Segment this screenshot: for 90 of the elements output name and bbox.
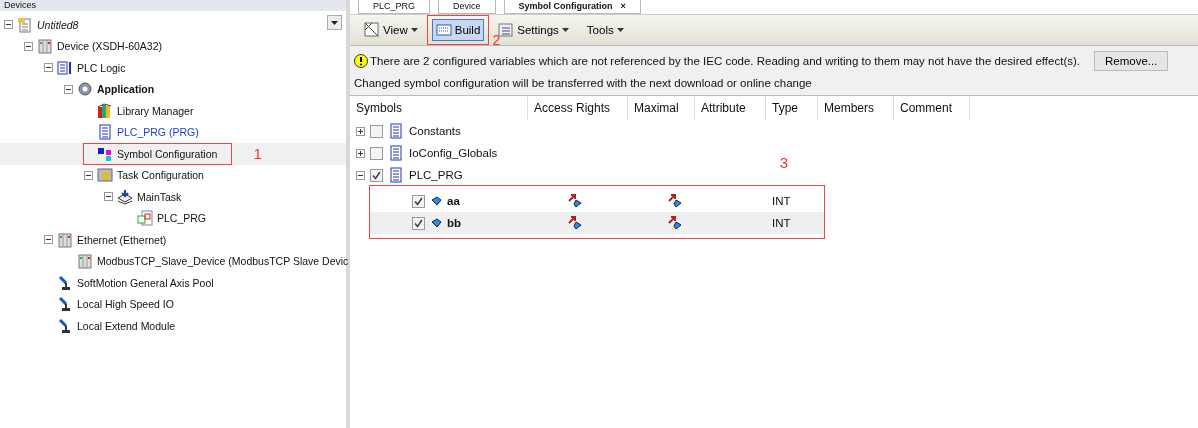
tree-item[interactable]: Application <box>0 78 346 100</box>
robot-arm-icon <box>57 274 73 291</box>
toolbar-button[interactable]: Tools <box>582 19 628 41</box>
document-icon <box>17 16 33 33</box>
toolbar-button[interactable]: Build <box>431 19 485 41</box>
collapse-icon[interactable] <box>356 170 365 180</box>
tree-item[interactable]: PLC_PRG (PRG) <box>0 121 346 143</box>
document-icon <box>57 59 73 76</box>
type-cell: INT <box>772 217 791 229</box>
document-icon <box>97 124 113 141</box>
column-header[interactable]: Type <box>766 96 818 120</box>
checked-checkbox[interactable] <box>412 216 425 230</box>
access-rights-icon <box>568 194 582 208</box>
column-header[interactable]: Symbols <box>350 96 528 120</box>
column-header[interactable]: Members <box>818 96 894 120</box>
tree-item[interactable]: MainTask <box>0 186 346 208</box>
document-icon <box>388 167 404 183</box>
symbol-row[interactable]: Constants <box>350 120 750 142</box>
warning-message: There are 2 configured variables which are not referenced by the IEC code. Reading and writing to them may not have the desired effect(s). <box>370 55 1080 67</box>
collapse-icon[interactable] <box>64 84 73 94</box>
symbol-row[interactable]: aa INT <box>370 190 824 212</box>
tree-item[interactable]: Task Configuration <box>0 164 346 186</box>
column-header[interactable]: Comment <box>894 96 970 120</box>
checkbox[interactable] <box>370 146 383 160</box>
checked-checkbox[interactable] <box>370 168 383 182</box>
document-icon <box>388 123 404 139</box>
squares-icon <box>97 145 113 162</box>
device-icon <box>77 253 93 270</box>
tree-item[interactable]: Device (XSDH-60A32) <box>0 35 346 57</box>
dropdown-icon[interactable] <box>327 15 342 30</box>
symbol-row[interactable]: PLC_PRG <box>350 164 750 186</box>
column-header[interactable]: Access Rights <box>528 96 628 120</box>
column-header[interactable]: Maximal <box>628 96 695 120</box>
variable-icon <box>430 195 442 207</box>
column-header[interactable]: Attribute <box>695 96 766 120</box>
tree-item[interactable]: PLC Logic <box>0 57 346 79</box>
annotation-number: 1 <box>253 145 262 163</box>
books-icon <box>97 102 113 119</box>
toolbar-button[interactable]: View <box>360 19 422 41</box>
tree-item[interactable]: Library Manager <box>0 100 346 122</box>
device-icon <box>37 38 53 55</box>
symbol-name: PLC_PRG <box>409 169 463 181</box>
checkbox[interactable] <box>370 124 383 138</box>
symbol-name: IoConfig_Globals <box>409 147 498 159</box>
access-rights-icon <box>668 194 682 208</box>
type-cell: INT <box>772 195 791 207</box>
tree-item[interactable]: Untitled8 <box>0 14 346 36</box>
collapse-icon[interactable] <box>4 20 13 30</box>
symbol-name: bb <box>447 217 462 229</box>
tree-item[interactable]: PLC_PRG <box>0 207 346 229</box>
info-message: Changed symbol configuration will be transferred with the next download or online change <box>354 77 812 89</box>
view-icon <box>364 22 380 38</box>
collapse-icon[interactable] <box>44 235 53 245</box>
tree-item[interactable]: Ethernet (Ethernet) <box>0 229 346 251</box>
annotation-number: 2 <box>492 33 501 47</box>
symbol-name: aa <box>447 195 460 207</box>
stack-icon <box>117 188 133 205</box>
robot-arm-icon <box>57 296 73 313</box>
document-icon <box>137 210 153 227</box>
tree-item[interactable]: SoftMotion General Axis Pool <box>0 272 346 294</box>
panel-title: Devices <box>4 0 36 10</box>
tree-item[interactable]: Symbol Configuration 1 <box>0 143 346 165</box>
collapse-icon[interactable] <box>44 63 53 73</box>
warning-icon <box>354 54 368 68</box>
variable-icon <box>430 217 442 229</box>
tab[interactable]: Device <box>438 0 496 14</box>
settings-icon <box>498 22 515 38</box>
collapse-icon[interactable] <box>104 192 113 202</box>
tab[interactable]: PLC_PRG <box>358 0 431 14</box>
close-button[interactable]: × <box>620 0 626 13</box>
collapse-icon[interactable] <box>84 170 93 180</box>
annotation-number: 3 <box>779 154 788 171</box>
symbol-row[interactable]: IoConfig_Globals <box>350 142 750 164</box>
collapse-icon[interactable] <box>24 41 33 51</box>
tree-item[interactable]: Local High Speed IO <box>0 293 346 315</box>
build-icon <box>435 22 452 38</box>
document-icon <box>388 145 404 161</box>
remove-button[interactable]: Remove... <box>1094 51 1169 71</box>
expand-icon[interactable] <box>356 148 365 158</box>
checked-checkbox[interactable] <box>412 194 425 208</box>
robot-arm-icon <box>57 317 73 334</box>
access-rights-icon <box>568 216 582 230</box>
tree-item[interactable]: Local Extend Module <box>0 315 346 337</box>
device-icon <box>57 231 73 248</box>
tab[interactable]: Symbol Configuration × <box>503 0 641 14</box>
tree-item[interactable]: ModbusTCP_Slave_Device (ModbusTCP Slave Devic <box>0 250 346 272</box>
access-rights-icon <box>668 216 682 230</box>
symbol-row[interactable]: bb INT <box>370 212 824 234</box>
expand-icon[interactable] <box>356 126 365 136</box>
symbol-name: Constants <box>409 125 461 137</box>
